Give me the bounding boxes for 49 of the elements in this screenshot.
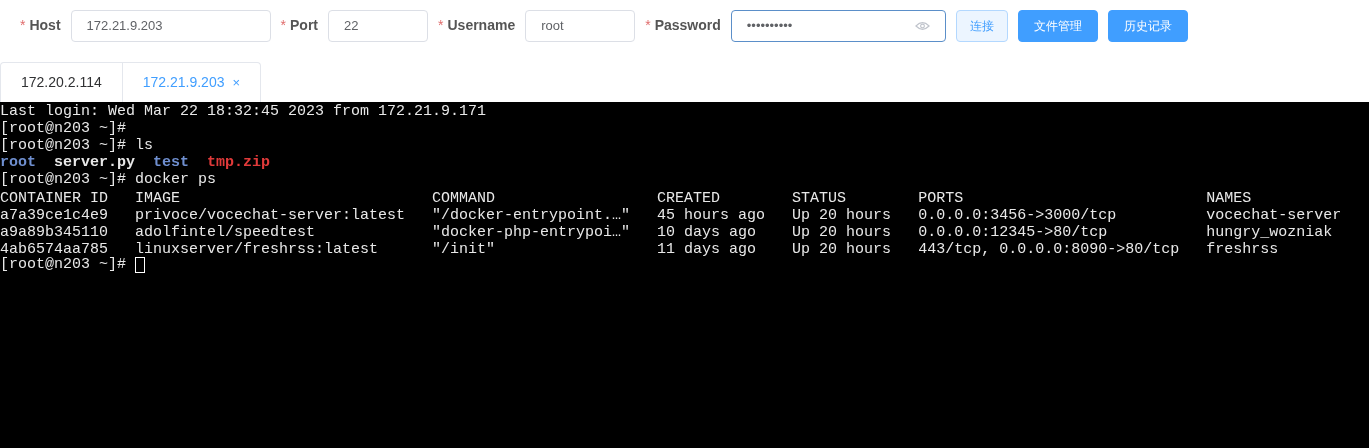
session-tab[interactable]: 172.20.2.114 [1,63,122,102]
terminal-prompt: [root@n203 ~]# [0,256,127,273]
input-field[interactable]: root [525,9,636,42]
terminal-prompt: [root@n203 ~]# [0,137,127,154]
table-cell: linuxserver/freshrss:latest [135,241,379,258]
column-header: STATUS [792,190,847,207]
column-header: NAMES [1206,190,1252,207]
table-cell: privoce/vocechat-server:latest [135,207,406,224]
table-cell: Up 20 hours [792,241,892,258]
field-label: * Host [20,16,61,35]
table-cell: Up 20 hours [792,207,892,224]
table-cell: 0.0.0.0:3456->3000/tcp [918,207,1117,224]
input-field[interactable]: 172.21.9.203 [70,9,271,42]
input-field[interactable]: 22 [328,9,429,42]
terminal-line: Last login: Wed Mar 22 18:32:45 2023 from 172.21.9.171 [0,103,487,120]
table-cell: 45 hours ago [657,207,766,224]
terminal-prompt: [root@n203 ~]# [0,120,127,137]
column-header: CONTAINER ID [0,190,109,207]
table-cell: hungry_wozniak [1206,224,1333,241]
table-cell: "/docker-entrypoint.…" [432,207,631,224]
column-header: CREATED [657,190,721,207]
table-cell: vocechat-server [1206,207,1342,224]
table-cell: a7a39ce1c4e9 [0,207,109,224]
field-label: * Username [438,16,516,35]
terminal-prompt: [root@n203 ~]# [0,171,127,188]
file-name: tmp.zip [207,154,271,171]
table-cell: Up 20 hours [792,224,892,241]
field-label: * Port [280,16,319,35]
file-name: test [153,154,190,171]
column-header: COMMAND [432,190,496,207]
file-name: server.py [54,154,136,171]
terminal-command: docker ps [135,171,217,188]
table-cell: 10 days ago [657,224,757,241]
column-header: IMAGE [135,190,181,207]
input-field[interactable]: •••••••••• [730,9,946,42]
terminal-screen[interactable] [0,102,1369,448]
field-label: * Password [645,16,721,35]
table-cell: 11 days ago [657,241,757,258]
table-cell: 0.0.0.0:12345->80/tcp [918,224,1108,241]
table-cell: "/init" [432,241,496,258]
terminal-command: ls [135,137,154,154]
table-cell: "docker-php-entrypoi…" [432,224,631,241]
table-cell: 4ab6574aa785 [0,241,109,258]
table-cell: adolfintel/speedtest [135,224,316,241]
table-cell: 443/tcp, 0.0.0.0:8090->80/tcp [918,241,1180,258]
file-name: root [0,154,36,171]
table-cell: a9a89b345110 [0,224,109,241]
table-cell: freshrss [1206,241,1279,258]
column-header: PORTS [918,190,964,207]
